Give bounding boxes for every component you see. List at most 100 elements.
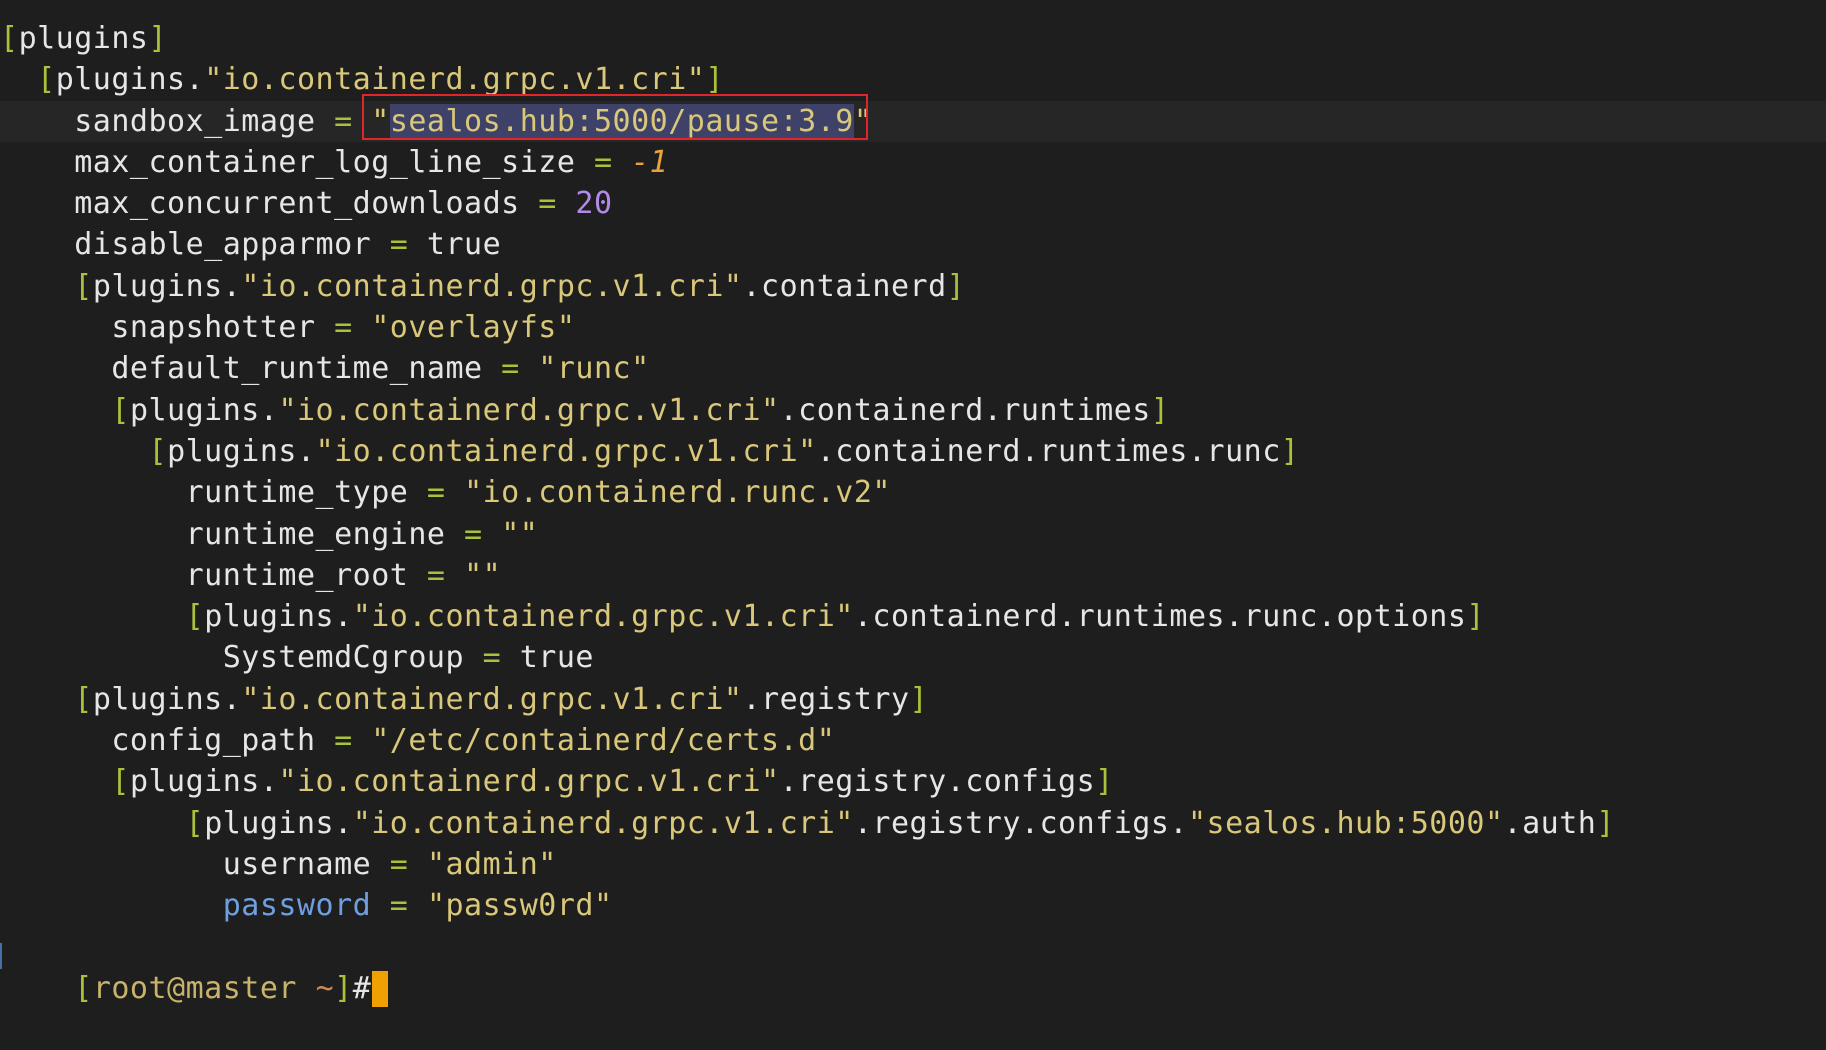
code-token: ] bbox=[705, 62, 724, 98]
code-token: username bbox=[222, 846, 372, 882]
text-cursor[interactable] bbox=[372, 971, 389, 1008]
config-line: [plugins."io.containerd.grpc.v1.cri".reg… bbox=[0, 679, 1826, 720]
code-token: plugins bbox=[18, 21, 149, 56]
code-token: plugins. bbox=[129, 764, 279, 800]
code-token: = bbox=[371, 227, 427, 263]
code-token: [ bbox=[0, 21, 19, 56]
code-token: [ bbox=[74, 268, 93, 304]
config-line: password = "passw0rd" bbox=[0, 885, 1826, 926]
prompt-close-bracket: ] bbox=[334, 970, 353, 1006]
code-token: password bbox=[222, 888, 372, 924]
config-line: [plugins."io.containerd.grpc.v1.cri"] bbox=[0, 59, 1826, 100]
code-token: plugins. bbox=[204, 805, 353, 841]
code-token: max_concurrent_downloads bbox=[74, 186, 520, 222]
code-token: "overlayfs" bbox=[371, 310, 576, 346]
code-token: SystemdCgroup bbox=[222, 640, 465, 676]
code-token: 20 bbox=[575, 186, 613, 222]
config-line: sandbox_image = "sealos.hub:5000/pause:3… bbox=[0, 100, 1826, 142]
terminal-window[interactable]: [plugins] [plugins."io.containerd.grpc.v… bbox=[0, 0, 1826, 1008]
config-line: [plugins] bbox=[0, 18, 1826, 59]
config-line: [plugins."io.containerd.grpc.v1.cri".reg… bbox=[0, 803, 1826, 844]
code-token: .containerd.runtimes bbox=[779, 392, 1151, 428]
code-token: ] bbox=[946, 268, 966, 304]
code-token: .registry.configs. bbox=[853, 805, 1188, 841]
prompt-symbol: # bbox=[352, 970, 372, 1006]
selected-text: sealos.hub:5000/pause:3.9 bbox=[389, 103, 854, 139]
code-token: true bbox=[519, 640, 594, 676]
code-token: ] bbox=[1280, 433, 1300, 469]
code-token: snapshotter bbox=[111, 310, 316, 346]
code-token: [ bbox=[185, 599, 205, 635]
config-line: default_runtime_name = "runc" bbox=[0, 348, 1826, 389]
code-token: ] bbox=[909, 681, 929, 717]
config-line: max_concurrent_downloads = 20 bbox=[0, 183, 1826, 224]
code-token: = bbox=[315, 103, 372, 139]
code-token: " bbox=[853, 103, 873, 139]
code-token: .registry bbox=[742, 681, 910, 717]
config-line: [plugins."io.containerd.grpc.v1.cri".con… bbox=[0, 390, 1826, 431]
code-token: "" bbox=[464, 557, 502, 593]
prompt-open-bracket: [ bbox=[74, 970, 93, 1006]
config-line: runtime_root = "" bbox=[0, 555, 1826, 596]
code-token: plugins. bbox=[204, 599, 353, 635]
config-line: snapshotter = "overlayfs" bbox=[0, 307, 1826, 348]
code-token: "io.containerd.grpc.v1.cri" bbox=[352, 599, 854, 635]
code-token: "sealos.hub:5000" bbox=[1187, 805, 1504, 841]
code-token: = bbox=[371, 888, 427, 924]
code-token: -1 bbox=[631, 144, 669, 180]
code-token: "io.containerd.grpc.v1.cri" bbox=[315, 433, 817, 469]
code-token: default_runtime_name bbox=[111, 351, 483, 387]
config-line: runtime_type = "io.containerd.runc.v2" bbox=[0, 472, 1826, 513]
code-token: = bbox=[445, 516, 502, 552]
code-token: = bbox=[408, 475, 465, 511]
code-token: = bbox=[315, 310, 372, 346]
code-token: "passw0rd" bbox=[426, 888, 613, 924]
code-token: " bbox=[371, 103, 390, 139]
config-line: max_container_log_line_size = -1 bbox=[0, 142, 1826, 183]
code-token: = bbox=[464, 640, 520, 676]
code-token: [ bbox=[111, 392, 130, 428]
code-token: plugins. bbox=[129, 392, 279, 428]
code-token: true bbox=[426, 227, 502, 263]
code-token: plugins. bbox=[92, 268, 242, 304]
code-token: sandbox_image bbox=[74, 103, 316, 139]
terminal-output[interactable]: [plugins] [plugins."io.containerd.grpc.v… bbox=[0, 18, 1826, 1008]
config-line: [plugins."io.containerd.grpc.v1.cri".con… bbox=[0, 266, 1826, 307]
code-token: "/etc/containerd/certs.d" bbox=[371, 723, 836, 759]
code-token: [ bbox=[148, 433, 168, 469]
code-token: .registry.configs bbox=[779, 764, 1096, 800]
code-token: config_path bbox=[111, 723, 316, 759]
code-token: [ bbox=[37, 62, 56, 98]
code-token: .containerd bbox=[742, 268, 947, 304]
code-token: = bbox=[575, 144, 632, 180]
code-token: runtime_engine bbox=[185, 516, 446, 552]
config-line: [plugins."io.containerd.grpc.v1.cri".con… bbox=[0, 431, 1826, 472]
code-token: "io.containerd.grpc.v1.cri" bbox=[278, 392, 780, 428]
code-token: [ bbox=[185, 805, 205, 841]
code-token: [ bbox=[111, 764, 130, 800]
code-token: disable_apparmor bbox=[74, 227, 372, 263]
shell-prompt-line[interactable]: [root@master ~]# bbox=[0, 927, 1826, 1008]
config-line: [plugins."io.containerd.grpc.v1.cri".reg… bbox=[0, 761, 1826, 802]
code-token: ] bbox=[1150, 392, 1170, 428]
code-token: "admin" bbox=[426, 846, 557, 882]
code-token: plugins. bbox=[55, 62, 205, 98]
